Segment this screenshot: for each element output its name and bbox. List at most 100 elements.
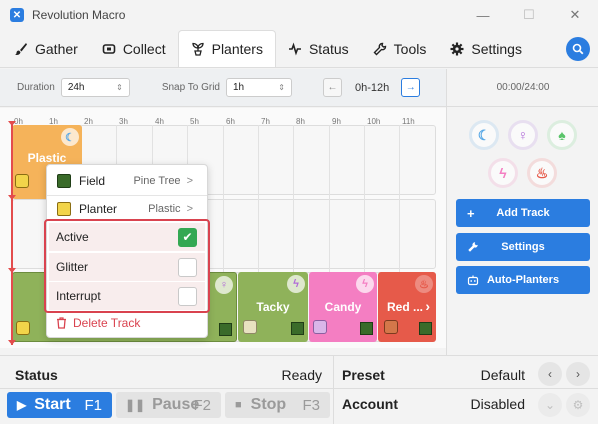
field-icon (419, 322, 432, 335)
auto-planters-label: Auto-Planters (486, 274, 560, 286)
tab-settings[interactable]: Settings (438, 30, 534, 67)
preset-prev-button[interactable]: ‹ (538, 362, 562, 386)
search-button[interactable] (566, 37, 590, 61)
tab-bar: Gather Collect Planters Status Tools Set… (0, 30, 598, 68)
stop-hotkey: F3 (302, 396, 320, 414)
menu-field-value: Pine Tree (133, 175, 181, 187)
planter-block-candy[interactable]: ϟ Candy (309, 272, 377, 342)
tab-label: Status (308, 40, 349, 57)
window-title: Revolution Macro (32, 8, 126, 22)
chevron-down-icon: ⌄ (544, 398, 556, 412)
tab-gather[interactable]: Gather (2, 30, 90, 67)
app-logo-icon: ✕ (10, 8, 24, 22)
wrench-icon (373, 42, 386, 55)
pause-label: Pause (152, 396, 200, 413)
trash-icon (57, 317, 66, 329)
minimize-button[interactable]: — (460, 0, 506, 30)
field-icon (360, 322, 373, 335)
updown-icon: ⇕ (278, 83, 285, 92)
tab-label: Tools (393, 40, 427, 57)
plastic-planter-icon (16, 321, 30, 335)
delete-track-button[interactable]: Delete Track (56, 316, 140, 330)
updown-icon: ⇕ (116, 83, 123, 92)
preset-next-button[interactable]: › (566, 362, 590, 386)
add-track-button[interactable]: + Add Track (456, 199, 590, 227)
timecode: 00:00/24:00 (447, 69, 598, 107)
settings-button[interactable]: Settings (456, 233, 590, 261)
settings-label: Settings (501, 241, 545, 253)
pause-hotkey: F2 (193, 396, 211, 414)
block-label: Plastic (27, 151, 67, 165)
tab-status[interactable]: Status (276, 30, 361, 67)
blue-boost-icon: ☾ (61, 128, 79, 146)
plus-icon: + (467, 205, 475, 221)
tab-label: Gather (35, 40, 78, 57)
time-cursor-handle[interactable] (8, 195, 16, 200)
duration-label: Duration (17, 82, 55, 93)
purple-boost-icon[interactable]: ♀ (508, 120, 538, 150)
snap-select[interactable]: 1h ⇕ (226, 78, 292, 97)
time-cursor-handle[interactable] (8, 340, 16, 345)
wrench-icon (468, 242, 478, 252)
right-panel: 00:00/24:00 ☾ ♀ ♠ ϟ ♨ + Add Track Settin… (446, 69, 598, 355)
menu-planter-value: Plastic (148, 203, 181, 215)
chevron-left-icon: ‹ (548, 367, 552, 381)
maximize-button[interactable]: ☐ (506, 0, 552, 30)
auto-planters-button[interactable]: Auto-Planters (456, 266, 590, 294)
scroll-right-icon[interactable]: › (425, 298, 430, 314)
pause-icon: ❚❚ (125, 398, 146, 412)
pause-button[interactable]: ❚❚ Pause F2 (116, 392, 221, 418)
snap-value: 1h (233, 82, 245, 93)
robot-icon (467, 275, 479, 286)
stop-button[interactable]: ■ Stop F3 (225, 392, 330, 418)
planter-block-tacky[interactable]: ϟ Tacky (238, 272, 308, 342)
search-icon (572, 43, 584, 55)
account-dropdown-button[interactable]: ⌄ (538, 393, 562, 417)
pink-boost-icon[interactable]: ϟ (488, 158, 518, 188)
time-cursor-handle[interactable] (8, 121, 16, 126)
status-label: Status (15, 367, 58, 383)
chevron-right-icon: › (576, 367, 580, 381)
tab-tools[interactable]: Tools (361, 30, 439, 67)
options-highlight-box (44, 219, 210, 313)
account-label: Account (342, 396, 398, 412)
menu-item-field[interactable]: Field Pine Tree > (47, 167, 207, 195)
stop-label: Stop (250, 396, 287, 413)
red-clay-planter-icon (384, 320, 398, 334)
collect-icon (102, 43, 116, 54)
green-boost-icon[interactable]: ♠ (547, 120, 577, 150)
candy-planter-icon (313, 320, 327, 334)
menu-field-label: Field (79, 174, 106, 188)
duration-select[interactable]: 24h ⇕ (60, 78, 130, 97)
status-value: Ready (281, 367, 322, 383)
status-panel: Status Ready Preset Default ‹ › ▶ Start … (0, 355, 598, 424)
start-button[interactable]: ▶ Start F1 (7, 392, 112, 418)
tab-label: Settings (471, 40, 522, 57)
field-icon (291, 322, 304, 335)
time-cursor[interactable] (11, 123, 13, 345)
tab-planters[interactable]: Planters (177, 30, 276, 67)
time-cursor-handle[interactable] (8, 268, 16, 273)
account-value: Disabled (470, 396, 525, 412)
next-range-button[interactable]: → (401, 78, 421, 97)
preset-label: Preset (342, 367, 385, 383)
block-label: Candy (324, 300, 362, 314)
brush-icon (15, 42, 27, 55)
tab-collect[interactable]: Collect (90, 30, 178, 67)
tab-label: Collect (122, 40, 166, 57)
duration-value: 24h (67, 82, 85, 93)
play-icon: ▶ (17, 398, 27, 412)
field-icon (57, 174, 71, 188)
prev-range-button[interactable]: ← (323, 78, 342, 97)
gear-icon (450, 42, 464, 55)
chevron-right-icon: > (186, 203, 193, 215)
red-boost-icon[interactable]: ♨ (527, 158, 557, 188)
block-label: Tacky (256, 300, 290, 314)
stop-icon: ■ (235, 399, 242, 411)
planters-icon (191, 42, 204, 56)
purple-boost-icon: ♀ (215, 276, 233, 294)
blue-boost-icon[interactable]: ☾ (469, 120, 499, 150)
close-button[interactable]: ✕ (552, 0, 598, 30)
account-settings-button[interactable]: ⚙ (566, 393, 590, 417)
planter-block-red[interactable]: ♨ Red ... › (378, 272, 436, 342)
